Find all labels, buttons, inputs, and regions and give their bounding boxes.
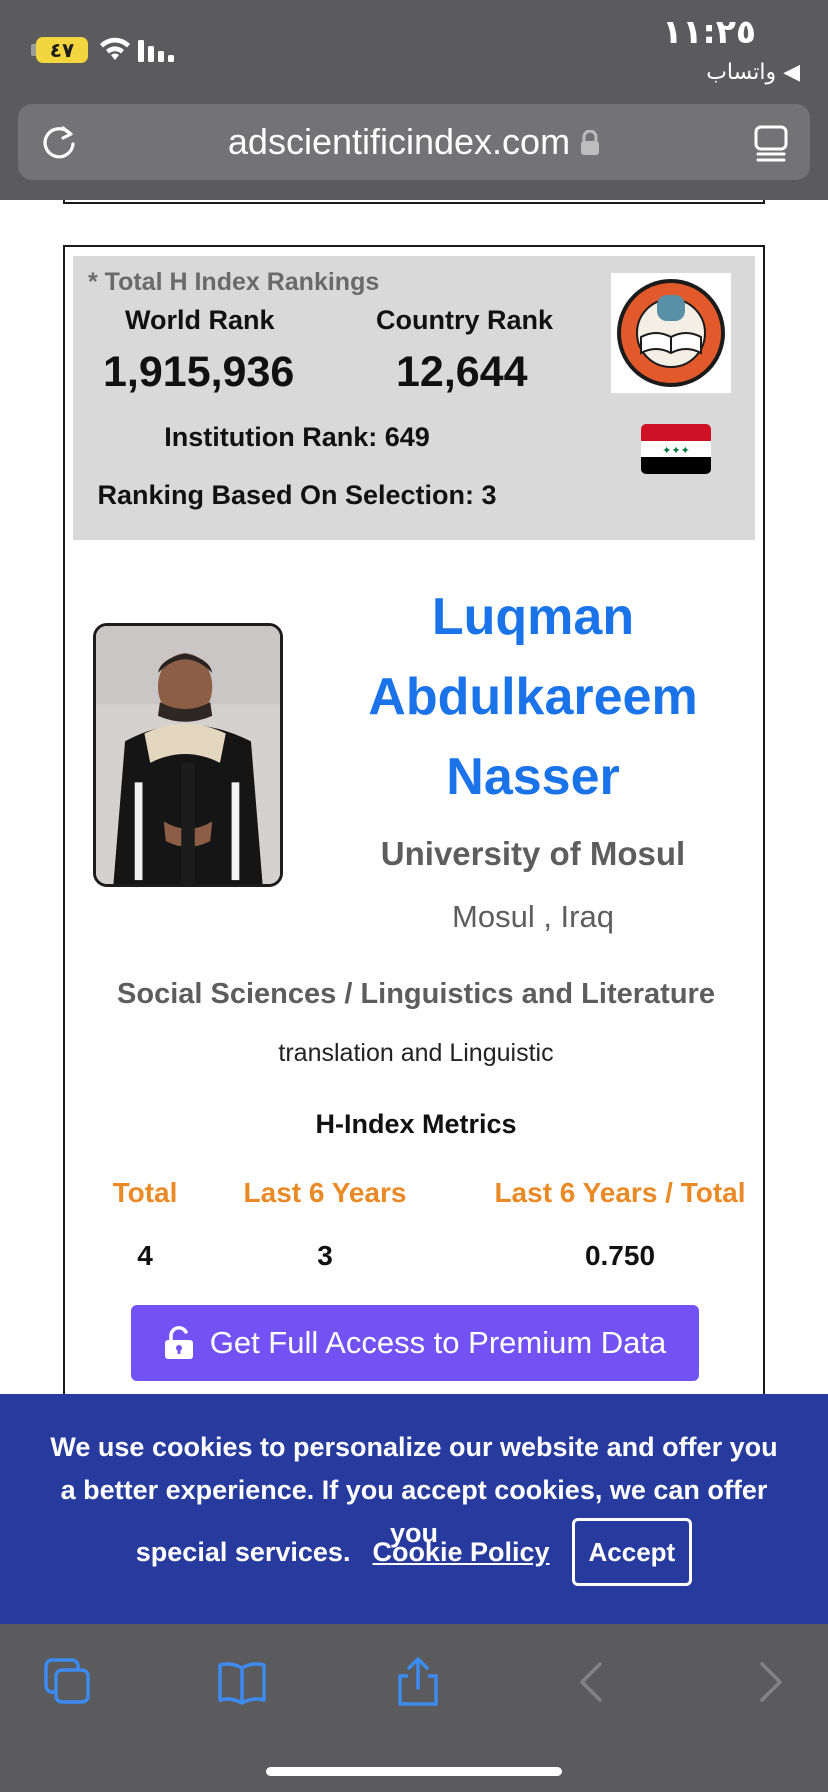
battery-icon: ٤٧ (36, 37, 88, 63)
rankings-title: * Total H Index Rankings (88, 268, 380, 296)
back-icon[interactable] (566, 1656, 618, 1708)
status-time: ١١:٢٥ (662, 12, 756, 51)
research-subfield: translation and Linguistic (278, 1039, 554, 1067)
reader-mode-icon[interactable] (754, 124, 788, 162)
profile-photo[interactable] (93, 623, 283, 887)
browser-chrome: ٤٧ ١١:٢٥ ◀ واتساب adscientificindex.com (0, 0, 828, 200)
metric-header-last6: Last 6 Years (243, 1177, 407, 1208)
address-bar[interactable]: adscientificindex.com (18, 104, 810, 180)
signal-icon (138, 40, 174, 62)
premium-button-label: Get Full Access to Premium Data (209, 1325, 667, 1360)
browser-toolbar (0, 1624, 828, 1792)
metric-header-ratio: Last 6 Years / Total (494, 1177, 746, 1208)
tabs-icon[interactable] (42, 1656, 94, 1708)
cookie-actions: special services. Cookie Policy Accept (0, 1517, 828, 1587)
premium-access-button[interactable]: Get Full Access to Premium Data (131, 1305, 699, 1381)
url-domain: adscientificindex.com (227, 121, 571, 162)
country-rank-value: 12,644 (396, 348, 528, 396)
cookie-message-end: special services. (135, 1536, 351, 1567)
svg-text:✦✦✦: ✦✦✦ (662, 444, 690, 457)
university-name[interactable]: University of Mosul (313, 835, 753, 873)
metric-value-ratio: 0.750 (584, 1240, 656, 1271)
world-rank-value: 1,915,936 (103, 348, 295, 396)
cookie-policy-link[interactable]: Cookie Policy (372, 1537, 549, 1568)
metric-value-last6: 3 (317, 1240, 333, 1271)
cookie-banner: We use cookies to personalize our websit… (0, 1394, 828, 1624)
lock-icon (580, 106, 600, 182)
scientist-name[interactable]: Luqman Abdulkareem Nasser (313, 577, 753, 817)
name-middle: Abdulkareem (368, 668, 698, 726)
name-first: Luqman (431, 588, 635, 646)
previous-card-edge (63, 200, 765, 204)
forward-icon[interactable] (744, 1656, 796, 1708)
selection-rank: Ranking Based On Selection: 3 (97, 480, 497, 510)
world-rank-label: World Rank (125, 305, 275, 335)
iraq-flag-icon: ✦✦✦ (641, 424, 711, 474)
wifi-icon (100, 37, 130, 60)
country-rank-label: Country Rank (376, 305, 554, 335)
location-text: Mosul , Iraq (452, 899, 614, 934)
university-logo[interactable] (611, 273, 731, 393)
accept-cookies-button[interactable]: Accept (571, 1518, 693, 1586)
url-text[interactable]: adscientificindex.com (18, 104, 810, 180)
metric-value-total: 4 (137, 1240, 153, 1271)
h-index-metrics-title: H-Index Metrics (315, 1109, 517, 1139)
research-field[interactable]: Social Sciences / Linguistics and Litera… (65, 978, 767, 1011)
home-indicator[interactable] (266, 1767, 562, 1776)
institution-rank[interactable]: Institution Rank: 649 (73, 422, 521, 453)
share-icon[interactable] (392, 1656, 444, 1708)
metric-header-total: Total (112, 1177, 178, 1208)
name-last: Nasser (446, 748, 620, 806)
unlock-icon (164, 1326, 193, 1359)
web-page: * Total H Index Rankings World Rank Coun… (0, 200, 828, 1624)
back-to-app-link[interactable]: ◀ واتساب (706, 60, 800, 85)
bookmarks-icon[interactable] (216, 1656, 268, 1708)
rankings-panel: * Total H Index Rankings World Rank Coun… (73, 256, 755, 540)
